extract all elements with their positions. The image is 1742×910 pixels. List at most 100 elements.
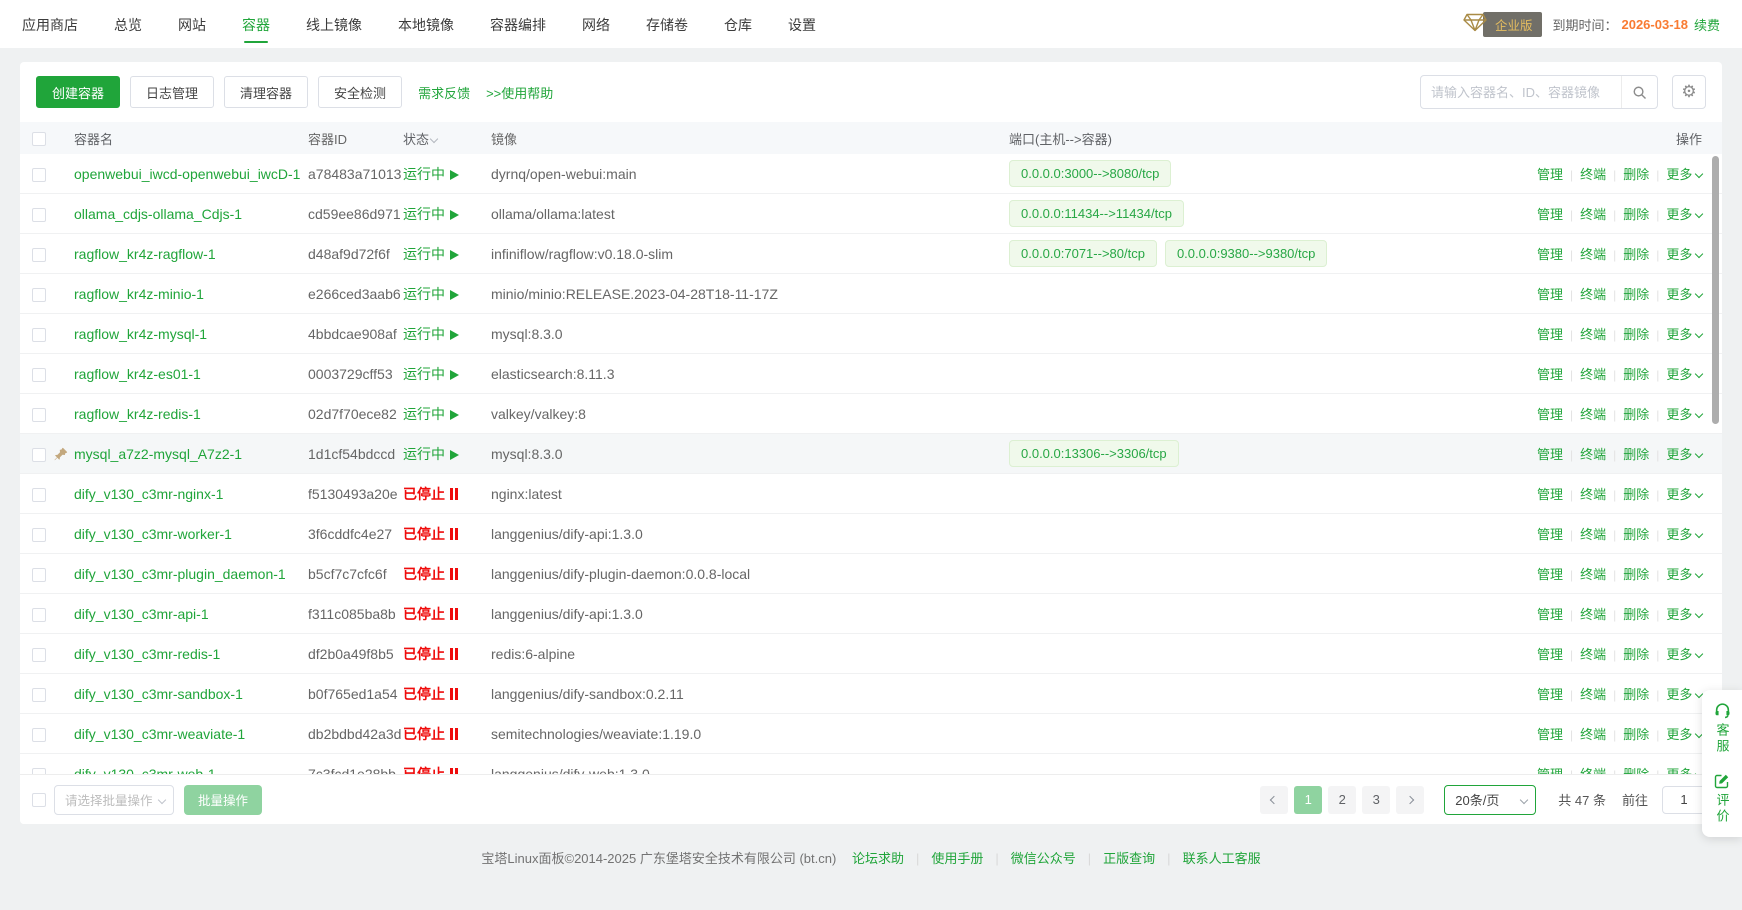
manage-link[interactable]: 管理: [1537, 247, 1563, 262]
footer-link-3[interactable]: 正版查询: [1103, 851, 1155, 866]
manage-link[interactable]: 管理: [1537, 447, 1563, 462]
nav-tab-8[interactable]: 存储卷: [646, 1, 688, 47]
delete-link[interactable]: 删除: [1623, 727, 1649, 742]
more-link[interactable]: 更多: [1666, 687, 1702, 702]
nav-tab-10[interactable]: 设置: [788, 1, 816, 47]
terminal-link[interactable]: 终端: [1580, 407, 1606, 422]
goto-page-input[interactable]: [1662, 786, 1706, 814]
more-link[interactable]: 更多: [1666, 287, 1702, 302]
terminal-link[interactable]: 终端: [1580, 767, 1606, 774]
terminal-link[interactable]: 终端: [1580, 447, 1606, 462]
delete-link[interactable]: 删除: [1623, 487, 1649, 502]
manage-link[interactable]: 管理: [1537, 727, 1563, 742]
more-link[interactable]: 更多: [1666, 207, 1702, 222]
manage-link[interactable]: 管理: [1537, 367, 1563, 382]
page-button-2[interactable]: 2: [1328, 786, 1356, 814]
row-checkbox[interactable]: [32, 728, 46, 742]
terminal-link[interactable]: 终端: [1580, 487, 1606, 502]
container-name-link[interactable]: mysql_a7z2-mysql_A7z2-1: [74, 446, 242, 462]
terminal-link[interactable]: 终端: [1580, 527, 1606, 542]
container-name-link[interactable]: openwebui_iwcd-openwebui_iwcD-1: [74, 166, 300, 182]
more-link[interactable]: 更多: [1666, 247, 1702, 262]
row-checkbox[interactable]: [32, 568, 46, 582]
manage-link[interactable]: 管理: [1537, 647, 1563, 662]
more-link[interactable]: 更多: [1666, 567, 1702, 582]
nav-tab-2[interactable]: 网站: [178, 1, 206, 47]
delete-link[interactable]: 删除: [1623, 447, 1649, 462]
row-checkbox[interactable]: [32, 528, 46, 542]
terminal-link[interactable]: 终端: [1580, 687, 1606, 702]
manage-link[interactable]: 管理: [1537, 287, 1563, 302]
manage-link[interactable]: 管理: [1537, 487, 1563, 502]
row-checkbox[interactable]: [32, 208, 46, 222]
row-checkbox[interactable]: [32, 488, 46, 502]
page-button-1[interactable]: 1: [1294, 786, 1322, 814]
manage-link[interactable]: 管理: [1537, 767, 1563, 774]
manage-link[interactable]: 管理: [1537, 687, 1563, 702]
delete-link[interactable]: 删除: [1623, 567, 1649, 582]
row-checkbox[interactable]: [32, 688, 46, 702]
security-check-button[interactable]: 安全检测: [318, 76, 402, 108]
row-checkbox[interactable]: [32, 608, 46, 622]
delete-link[interactable]: 删除: [1623, 527, 1649, 542]
search-input[interactable]: [1421, 76, 1621, 108]
row-checkbox[interactable]: [32, 408, 46, 422]
more-link[interactable]: 更多: [1666, 447, 1702, 462]
terminal-link[interactable]: 终端: [1580, 207, 1606, 222]
container-name-link[interactable]: dify_v130_c3mr-sandbox-1: [74, 686, 243, 702]
next-page-button[interactable]: [1396, 786, 1424, 814]
container-name-link[interactable]: ragflow_kr4z-mysql-1: [74, 326, 207, 342]
manage-link[interactable]: 管理: [1537, 567, 1563, 582]
row-checkbox[interactable]: [32, 368, 46, 382]
manage-link[interactable]: 管理: [1537, 607, 1563, 622]
more-link[interactable]: 更多: [1666, 527, 1702, 542]
row-checkbox[interactable]: [32, 648, 46, 662]
select-all-checkbox[interactable]: [32, 132, 46, 146]
more-link[interactable]: 更多: [1666, 767, 1702, 774]
container-name-link[interactable]: ragflow_kr4z-es01-1: [74, 366, 201, 382]
create-container-button[interactable]: 创建容器: [36, 76, 120, 108]
nav-tab-6[interactable]: 容器编排: [490, 1, 546, 47]
terminal-link[interactable]: 终端: [1580, 287, 1606, 302]
container-name-link[interactable]: dify_v130_c3mr-plugin_daemon-1: [74, 566, 286, 582]
row-checkbox[interactable]: [32, 448, 46, 462]
row-checkbox[interactable]: [32, 768, 46, 774]
manage-link[interactable]: 管理: [1537, 207, 1563, 222]
delete-link[interactable]: 删除: [1623, 407, 1649, 422]
prev-page-button[interactable]: [1260, 786, 1288, 814]
log-manage-button[interactable]: 日志管理: [130, 76, 214, 108]
manage-link[interactable]: 管理: [1537, 527, 1563, 542]
manage-link[interactable]: 管理: [1537, 407, 1563, 422]
clean-container-button[interactable]: 清理容器: [224, 76, 308, 108]
more-link[interactable]: 更多: [1666, 727, 1702, 742]
nav-tab-9[interactable]: 仓库: [724, 1, 752, 47]
more-link[interactable]: 更多: [1666, 607, 1702, 622]
manage-link[interactable]: 管理: [1537, 327, 1563, 342]
col-status[interactable]: 状态: [403, 129, 491, 148]
container-name-link[interactable]: dify_v130_c3mr-nginx-1: [74, 486, 223, 502]
delete-link[interactable]: 删除: [1623, 327, 1649, 342]
more-link[interactable]: 更多: [1666, 407, 1702, 422]
delete-link[interactable]: 删除: [1623, 367, 1649, 382]
customer-service-button[interactable]: 客服: [1713, 702, 1732, 755]
terminal-link[interactable]: 终端: [1580, 607, 1606, 622]
terminal-link[interactable]: 终端: [1580, 567, 1606, 582]
review-button[interactable]: 评价: [1713, 773, 1732, 825]
more-link[interactable]: 更多: [1666, 647, 1702, 662]
terminal-link[interactable]: 终端: [1580, 727, 1606, 742]
container-name-link[interactable]: dify_v130_c3mr-worker-1: [74, 526, 232, 542]
delete-link[interactable]: 删除: [1623, 167, 1649, 182]
container-name-link[interactable]: ragflow_kr4z-ragflow-1: [74, 246, 216, 262]
container-name-link[interactable]: dify_v130_c3mr-web-1: [74, 766, 216, 775]
footer-link-0[interactable]: 论坛求助: [852, 851, 904, 866]
bulk-action-button[interactable]: 批量操作: [184, 785, 262, 815]
footer-link-1[interactable]: 使用手册: [931, 851, 983, 866]
delete-link[interactable]: 删除: [1623, 607, 1649, 622]
delete-link[interactable]: 删除: [1623, 207, 1649, 222]
nav-tab-1[interactable]: 总览: [114, 1, 142, 47]
delete-link[interactable]: 删除: [1623, 247, 1649, 262]
terminal-link[interactable]: 终端: [1580, 367, 1606, 382]
row-checkbox[interactable]: [32, 288, 46, 302]
terminal-link[interactable]: 终端: [1580, 167, 1606, 182]
row-checkbox[interactable]: [32, 328, 46, 342]
